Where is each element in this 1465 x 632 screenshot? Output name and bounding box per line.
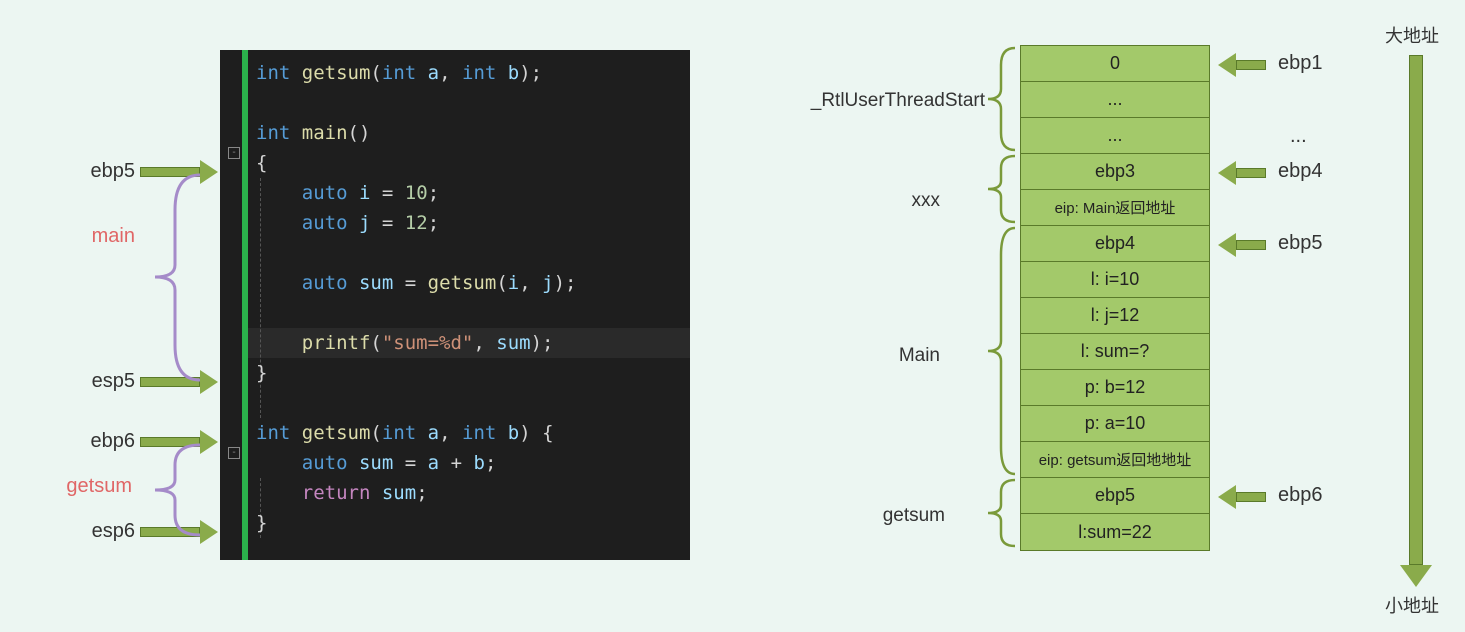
arrow-left-icon: [1218, 485, 1266, 509]
fold-icon: -: [228, 147, 240, 159]
label-esp6: esp6: [75, 520, 135, 543]
label-main-stack: Main: [880, 345, 940, 367]
arrow-left-icon: [1218, 233, 1266, 257]
code-line: auto i = 10;: [256, 178, 690, 208]
fold-icon: -: [228, 447, 240, 459]
stack-cell: 0: [1021, 46, 1209, 82]
stack-cell: ...: [1021, 82, 1209, 118]
label-low-addr: 小地址: [1385, 592, 1439, 618]
brace-icon: [983, 153, 1018, 225]
stack-cell: ebp4: [1021, 226, 1209, 262]
code-line: auto j = 12;: [256, 208, 690, 238]
code-line: }: [256, 508, 690, 538]
brace-icon: [145, 170, 205, 385]
label-dots: ...: [1290, 125, 1307, 148]
stack-diagram: 0 ... ... ebp3 eip: Main返回地址 ebp4 l: i=1…: [1020, 45, 1210, 551]
stack-cell: ebp5: [1021, 478, 1209, 514]
label-rtl: _RtlUserThreadStart: [810, 90, 985, 112]
code-line: }: [256, 358, 690, 388]
label-esp5: esp5: [75, 370, 135, 393]
code-line: return sum;: [256, 478, 690, 508]
label-ebp5-r: ebp5: [1278, 232, 1323, 255]
brace-icon: [983, 45, 1018, 153]
stack-cell: l: j=12: [1021, 298, 1209, 334]
stack-cell: eip: getsum返回地地址: [1021, 442, 1209, 478]
label-ebp5: ebp5: [75, 160, 135, 183]
label-high-addr: 大地址: [1385, 22, 1439, 48]
stack-cell: eip: Main返回地址: [1021, 190, 1209, 226]
stack-cell: ebp3: [1021, 154, 1209, 190]
code-line: int main(): [256, 118, 690, 148]
brace-icon: [983, 477, 1018, 549]
label-ebp6-r: ebp6: [1278, 484, 1323, 507]
code-line: auto sum = a + b;: [256, 448, 690, 478]
brace-icon: [983, 225, 1018, 477]
stack-cell: l:sum=22: [1021, 514, 1209, 550]
address-direction-arrow: [1400, 55, 1432, 587]
code-line: int getsum(int a, int b);: [256, 58, 690, 88]
arrow-left-icon: [1218, 161, 1266, 185]
label-getsum: getsum: [52, 475, 132, 498]
code-line: auto sum = getsum(i, j);: [256, 268, 690, 298]
code-line: {: [256, 148, 690, 178]
brace-icon: [145, 440, 205, 540]
label-xxx: xxx: [880, 190, 940, 212]
stack-cell: l: i=10: [1021, 262, 1209, 298]
stack-cell: l: sum=?: [1021, 334, 1209, 370]
arrow-left-icon: [1218, 53, 1266, 77]
stack-cell: p: b=12: [1021, 370, 1209, 406]
label-main: main: [75, 225, 135, 248]
stack-cell: ...: [1021, 118, 1209, 154]
label-getsum-stack: getsum: [865, 505, 945, 527]
code-area: int getsum(int a, int b); int main() { a…: [248, 50, 690, 560]
label-ebp6: ebp6: [75, 430, 135, 453]
stack-cell: p: a=10: [1021, 406, 1209, 442]
code-line: int getsum(int a, int b) {: [256, 418, 690, 448]
code-editor-panel: - - int getsum(int a, int b); int main()…: [220, 50, 690, 560]
label-ebp1: ebp1: [1278, 52, 1323, 75]
code-gutter: - -: [220, 50, 248, 560]
label-ebp4: ebp4: [1278, 160, 1323, 183]
